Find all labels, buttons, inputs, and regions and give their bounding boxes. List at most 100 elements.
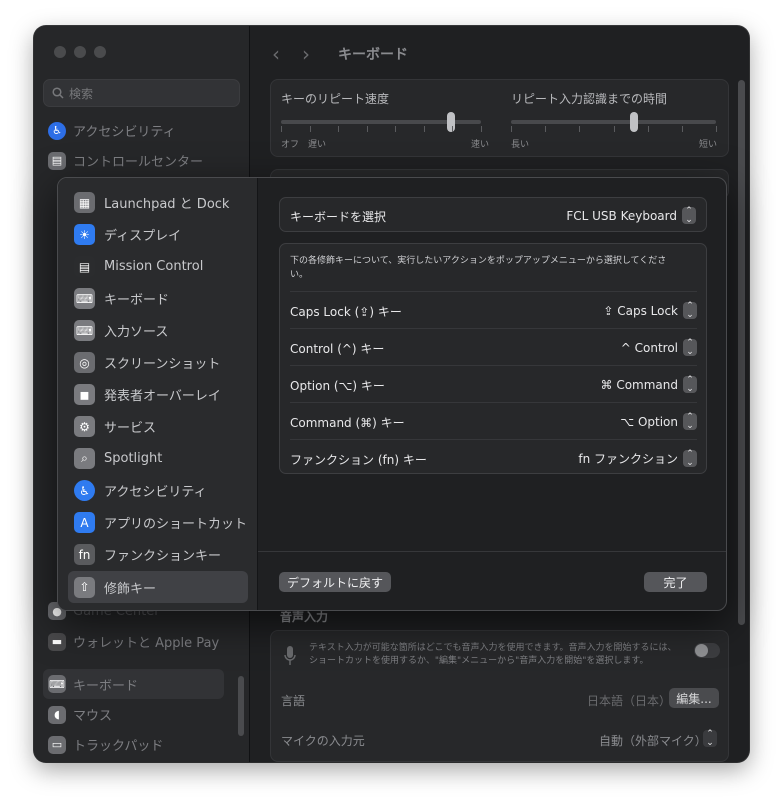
nav-arrows: ‹ ›	[272, 42, 310, 66]
modifier-key-label: Caps Lock (⇪) キー	[290, 305, 402, 319]
keyboard-icon: ⌨	[48, 675, 66, 693]
back-icon[interactable]: ‹	[272, 42, 280, 66]
modifier-key-label: Option (⌥) キー	[290, 379, 385, 393]
modifier-row: Option (⌥) キー ⌘ Command ⌃ ⌄	[290, 365, 697, 402]
modifier-action-popup[interactable]: ⌥ Option ⌃ ⌄	[620, 412, 697, 430]
sheet-menu-item-services[interactable]: ⚙ サービス	[74, 416, 156, 437]
search-icon	[52, 87, 64, 99]
input-sources-icon: ⌨	[74, 320, 95, 341]
modifier-key-label: Command (⌘) キー	[290, 416, 405, 430]
modifier-action-popup[interactable]: ^ Control ⌃ ⌄	[620, 338, 697, 356]
sheet-menu-label: ディスプレイ	[104, 229, 182, 244]
keyboard-select-row: キーボードを選択 FCL USB Keyboard ⌃ ⌄	[279, 197, 707, 232]
mission-control-icon: ▤	[74, 256, 95, 277]
presenter-overlay-icon: ◼	[74, 384, 95, 405]
services-icon: ⚙	[74, 416, 95, 437]
dictation-toggle[interactable]	[694, 643, 720, 658]
slider-tick	[545, 126, 547, 132]
modifier-action-value: ⌥ Option	[620, 414, 678, 429]
sheet-menu-item-launchpad[interactable]: ▦ Launchpad と Dock	[74, 192, 229, 213]
repeat-delay-label: リピート入力認識までの時間	[511, 92, 668, 106]
slider-tick	[681, 126, 683, 132]
mouse-icon: ◖	[48, 705, 66, 724]
slider-tick	[309, 126, 311, 132]
modifier-action-popup[interactable]: ⇪ Caps Lock ⌃ ⌄	[603, 301, 697, 319]
slider-tick	[366, 126, 368, 132]
keyboard-select-value: FCL USB Keyboard	[566, 208, 677, 223]
sheet-menu-item-accessibility[interactable]: ♿ アクセシビリティ	[74, 480, 207, 501]
sidebar-scrollbar[interactable]	[238, 676, 244, 736]
keyboard-select-popup[interactable]: FCL USB Keyboard ⌃ ⌄	[566, 206, 696, 224]
modifier-action-value: ⌘ Command	[600, 377, 679, 392]
function-keys-icon: fn	[74, 544, 95, 565]
modifier-description: 下の各修飾キーについて、実行したいアクションをポップアップメニューから選択してく…	[290, 256, 667, 280]
mic-source-value[interactable]: 自動（外部マイク）	[599, 732, 707, 749]
sheet-menu-label: キーボード	[104, 293, 170, 308]
slider-tick	[613, 126, 615, 132]
done-button[interactable]: 完了	[644, 572, 707, 592]
modifier-action-popup[interactable]: ⌘ Command ⌃ ⌄	[600, 375, 697, 393]
repeat-delay-slider[interactable]	[630, 112, 638, 132]
sidebar-item-trackpad[interactable]: ▭ トラックパッド	[48, 735, 163, 754]
modifier-action-value: ^ Control	[620, 340, 678, 355]
sidebar-item-wallet[interactable]: ▬ ウォレットと Apple Pay	[48, 632, 219, 651]
slider-tick	[579, 126, 581, 132]
sidebar-item-label: トラックパッド	[73, 739, 164, 754]
slider-tick	[452, 126, 454, 132]
sheet-menu-label: アクセシビリティ	[104, 485, 207, 500]
repeat-delay-track	[511, 120, 716, 124]
sheet-menu-item-input-sources[interactable]: ⌨ 入力ソース	[74, 320, 168, 341]
sidebar-item-keyboard[interactable]: ⌨ キーボード	[43, 669, 224, 699]
sheet-menu-label: 修飾キー	[104, 581, 157, 597]
key-repeat-card: キーのリピート速度 オフ 遅い 速い リピート入力認識までの時間 長い 短い	[270, 79, 729, 157]
sheet-menu-label: 発表者オーバーレイ	[104, 389, 221, 404]
search-placeholder: 検索	[69, 86, 94, 101]
sheet-menu-item-display[interactable]: ☀ ディスプレイ	[74, 224, 181, 245]
sheet-menu-label: Spotlight	[104, 451, 163, 466]
slider-tick	[716, 126, 717, 132]
modifier-row: Caps Lock (⇪) キー ⇪ Caps Lock ⌃ ⌄	[290, 291, 697, 328]
sheet-menu-item-function-keys[interactable]: fn ファンクションキー	[74, 544, 221, 565]
rate-off-label: オフ	[281, 140, 300, 150]
sheet-menu-item-app-shortcuts[interactable]: A アプリのショートカット	[74, 512, 247, 533]
chevron-updown-icon: ⌃ ⌄	[683, 338, 697, 356]
sidebar-item-mouse[interactable]: ◖ マウス	[48, 705, 112, 724]
sheet-menu-item-mission-control[interactable]: ▤ Mission Control	[74, 256, 203, 277]
key-repeat-rate-slider[interactable]	[447, 112, 455, 132]
sheet-menu-item-keyboard[interactable]: ⌨ キーボード	[74, 288, 169, 309]
slider-tick	[511, 126, 512, 132]
forward-icon[interactable]: ›	[302, 42, 310, 66]
chevron-updown-icon: ⌃ ⌄	[683, 449, 697, 467]
sidebar-item-label: コントロールセンター	[73, 155, 204, 170]
sheet-menu-item-modifier-keys[interactable]: ⇧ 修飾キー	[68, 571, 248, 603]
search-field[interactable]: 検索	[43, 79, 240, 107]
slider-tick	[423, 126, 425, 132]
zoom-icon[interactable]	[94, 46, 106, 58]
sidebar-item-accessibility[interactable]: ♿ アクセシビリティ	[48, 121, 176, 140]
control-center-icon: ▤	[48, 151, 66, 170]
sidebar-item-control-center[interactable]: ▤ コントロールセンター	[48, 151, 203, 170]
slider-tick	[481, 126, 482, 132]
close-icon[interactable]	[54, 46, 66, 58]
sheet-menu-item-spotlight[interactable]: ⌕ Spotlight	[74, 448, 162, 469]
sheet-menu-item-presenter-overlay[interactable]: ◼ 発表者オーバーレイ	[74, 384, 221, 405]
dictation-description: テキスト入力が可能な箇所はどこでも音声入力を使用できます。音声入力を開始するには…	[309, 643, 677, 666]
sheet-menu-item-screenshot[interactable]: ◎ スクリーンショット	[74, 352, 220, 373]
slider-tick	[395, 126, 397, 132]
minimize-icon[interactable]	[74, 46, 86, 58]
chevron-updown-icon: ⌃ ⌄	[682, 206, 696, 224]
sidebar-item-label: アクセシビリティ	[73, 125, 176, 140]
launchpad-icon: ▦	[74, 192, 95, 213]
keyboard-icon: ⌨	[74, 288, 95, 309]
delay-short-label: 短い	[699, 140, 718, 150]
rate-fast-label: 速い	[471, 140, 490, 150]
modifier-row: ファンクション (fn) キー fn ファンクション ⌃ ⌄	[290, 439, 697, 476]
sheet-menu-label: Mission Control	[104, 259, 204, 274]
modifier-action-popup[interactable]: fn ファンクション ⌃ ⌄	[578, 449, 697, 467]
main-scrollbar[interactable]	[738, 80, 745, 625]
restore-defaults-button[interactable]: デフォルトに戻す	[279, 572, 391, 592]
wallet-icon: ▬	[48, 632, 66, 651]
sheet-menu-label: アプリのショートカット	[104, 517, 248, 532]
edit-language-button[interactable]: 編集...	[669, 688, 719, 708]
sheet-menu-label: ファンクションキー	[104, 549, 222, 564]
